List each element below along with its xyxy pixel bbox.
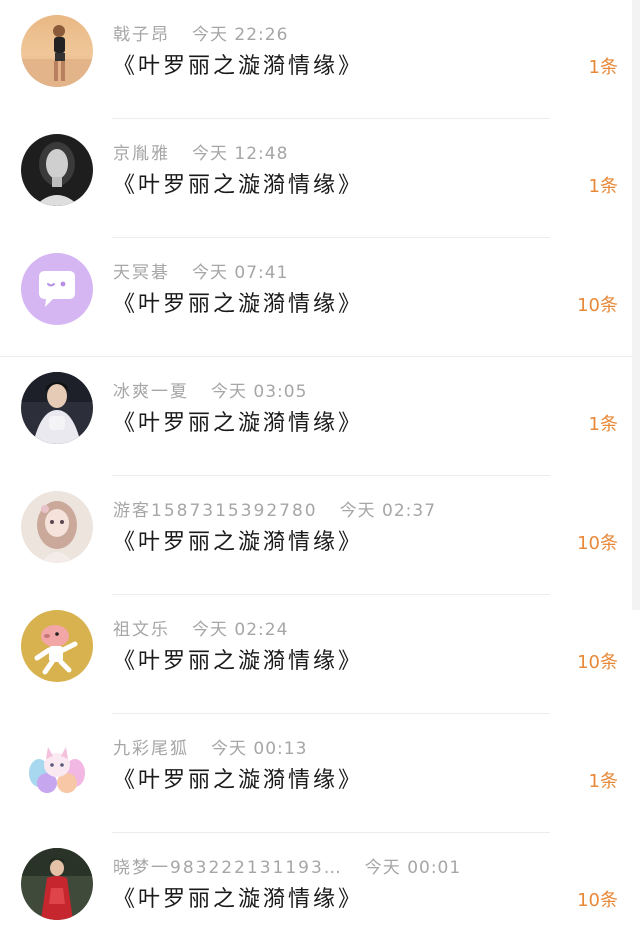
timestamp: 今天 22:26	[192, 25, 289, 45]
message-meta: 天冥碁 今天 07:41	[113, 262, 288, 284]
timestamp: 今天 02:24	[192, 620, 289, 640]
message-meta: 冰爽一夏 今天 03:05	[113, 381, 307, 403]
avatar[interactable]	[21, 253, 93, 325]
timestamp: 今天 03:05	[211, 382, 308, 402]
costume-actor-avatar-icon	[21, 372, 93, 444]
message-count-badge: 1条	[588, 57, 618, 78]
woman-beach-avatar-icon	[21, 15, 93, 87]
avatar[interactable]	[21, 134, 93, 206]
avatar[interactable]	[21, 15, 93, 87]
avatar[interactable]	[21, 372, 93, 444]
list-item[interactable]: 冰爽一夏 今天 03:05 《叶罗丽之漩漪情缘》 1条	[0, 357, 640, 476]
message-meta: 九彩尾狐 今天 00:13	[113, 738, 307, 760]
user-name[interactable]: 游客1587315392780	[113, 501, 318, 521]
message-meta: 晓梦一983222131193… 今天 00:01	[113, 857, 461, 879]
woman-red-dress-avatar-icon	[21, 848, 93, 920]
list-item[interactable]: 游客1587315392780 今天 02:37 《叶罗丽之漩漪情缘》 10条	[0, 476, 640, 595]
story-title[interactable]: 《叶罗丽之漩漪情缘》	[113, 767, 363, 795]
avatar[interactable]	[21, 848, 93, 920]
story-title[interactable]: 《叶罗丽之漩漪情缘》	[113, 648, 363, 676]
timestamp: 今天 07:41	[192, 263, 289, 283]
timestamp: 今天 12:48	[192, 144, 289, 164]
nine-tail-fox-avatar-icon	[21, 729, 93, 801]
message-count-badge: 1条	[588, 176, 618, 197]
message-count-badge: 10条	[577, 533, 618, 554]
list-item[interactable]: 天冥碁 今天 07:41 《叶罗丽之漩漪情缘》 10条	[0, 238, 640, 357]
message-meta: 戟子昂 今天 22:26	[113, 24, 288, 46]
story-title[interactable]: 《叶罗丽之漩漪情缘》	[113, 53, 363, 81]
user-name[interactable]: 京胤雅	[113, 144, 170, 164]
story-title[interactable]: 《叶罗丽之漩漪情缘》	[113, 529, 363, 557]
cartoon-pig-avatar-icon	[21, 610, 93, 682]
story-title[interactable]: 《叶罗丽之漩漪情缘》	[113, 886, 363, 914]
timestamp: 今天 00:01	[364, 858, 462, 878]
message-meta: 游客1587315392780 今天 02:37	[113, 500, 436, 522]
user-name[interactable]: 九彩尾狐	[113, 739, 189, 759]
timestamp: 今天 00:13	[211, 739, 308, 759]
list-item[interactable]: 祖文乐 今天 02:24 《叶罗丽之漩漪情缘》 10条	[0, 595, 640, 714]
list-item[interactable]: 晓梦一983222131193… 今天 00:01 《叶罗丽之漩漪情缘》 10条	[0, 833, 640, 943]
woman-bw-avatar-icon	[21, 134, 93, 206]
list-item[interactable]: 九彩尾狐 今天 00:13 《叶罗丽之漩漪情缘》 1条	[0, 714, 640, 833]
story-title[interactable]: 《叶罗丽之漩漪情缘》	[113, 410, 363, 438]
message-count-badge: 10条	[577, 652, 618, 673]
message-count-badge: 1条	[588, 771, 618, 792]
avatar[interactable]	[21, 610, 93, 682]
user-name[interactable]: 天冥碁	[113, 263, 170, 283]
avatar[interactable]	[21, 491, 93, 563]
user-name[interactable]: 祖文乐	[113, 620, 170, 640]
list-item[interactable]: 戟子昂 今天 22:26 《叶罗丽之漩漪情缘》 1条	[0, 0, 640, 119]
scrollbar[interactable]	[632, 0, 640, 610]
message-count-badge: 1条	[588, 414, 618, 435]
user-name[interactable]: 晓梦一983222131193…	[113, 858, 343, 878]
story-title[interactable]: 《叶罗丽之漩漪情缘》	[113, 172, 363, 200]
avatar[interactable]	[21, 729, 93, 801]
user-name[interactable]: 冰爽一夏	[113, 382, 189, 402]
message-count-badge: 10条	[577, 890, 618, 911]
timestamp: 今天 02:37	[339, 501, 437, 521]
message-meta: 京胤雅 今天 12:48	[113, 143, 288, 165]
list-item[interactable]: 京胤雅 今天 12:48 《叶罗丽之漩漪情缘》 1条	[0, 119, 640, 238]
message-count-badge: 10条	[577, 295, 618, 316]
story-title[interactable]: 《叶罗丽之漩漪情缘》	[113, 291, 363, 319]
default-chat-avatar-icon	[21, 253, 93, 325]
anime-girl-avatar-icon	[21, 491, 93, 563]
message-meta: 祖文乐 今天 02:24	[113, 619, 288, 641]
user-name[interactable]: 戟子昂	[113, 25, 170, 45]
